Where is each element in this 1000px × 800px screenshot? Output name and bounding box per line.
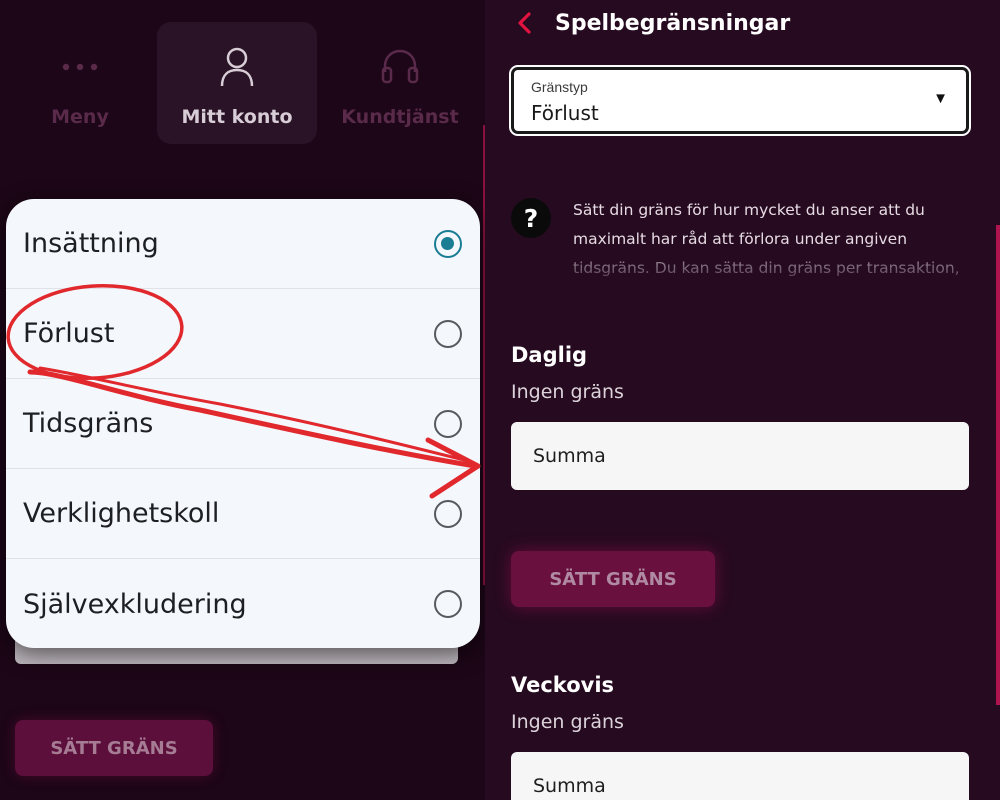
nav-label-account: Mitt konto bbox=[181, 106, 293, 128]
back-chevron-icon[interactable] bbox=[515, 9, 539, 37]
weekly-amount-input[interactable]: Summa bbox=[511, 752, 969, 800]
radio-unselected[interactable] bbox=[434, 499, 462, 528]
radio-unselected[interactable] bbox=[434, 319, 462, 348]
top-nav: Meny Mitt konto Kundtjänst bbox=[0, 0, 485, 160]
question-icon[interactable]: ? bbox=[511, 198, 551, 238]
select-caption: Gränstyp bbox=[531, 79, 588, 95]
option-self-exclusion[interactable]: Självexkludering bbox=[6, 559, 480, 648]
daily-amount-input[interactable]: Summa bbox=[511, 422, 969, 490]
radio-unselected[interactable] bbox=[434, 590, 462, 618]
option-label: Verklighetskoll bbox=[23, 498, 220, 529]
option-label: Insättning bbox=[23, 228, 159, 259]
page-title: Spelbegränsningar bbox=[555, 10, 791, 36]
option-label: Tidsgräns bbox=[23, 408, 154, 439]
daily-subtitle: Ingen gräns bbox=[511, 381, 624, 403]
weekly-title: Veckovis bbox=[511, 673, 615, 697]
option-loss[interactable]: Förlust bbox=[6, 289, 480, 379]
set-limit-button[interactable]: SÄTT GRÄNS bbox=[511, 551, 715, 607]
right-screen: Spelbegränsningar Gränstyp Förlust ▼ ? S… bbox=[485, 0, 1000, 800]
daily-title: Daglig bbox=[511, 343, 588, 367]
weekly-subtitle: Ingen gräns bbox=[511, 711, 624, 733]
nav-label-support: Kundtjänst bbox=[341, 106, 459, 128]
radio-unselected[interactable] bbox=[434, 409, 462, 438]
dots-icon bbox=[60, 46, 100, 88]
limit-type-select[interactable]: Gränstyp Förlust ▼ bbox=[509, 65, 971, 136]
nav-label-menu: Meny bbox=[51, 106, 109, 128]
radio-selected[interactable] bbox=[434, 229, 462, 258]
left-screen: Meny Mitt konto Kundtjänst SÄTT GRÄNS In… bbox=[0, 0, 485, 800]
nav-item-menu[interactable]: Meny bbox=[0, 22, 160, 144]
select-value: Förlust bbox=[531, 101, 599, 125]
caret-down-icon: ▼ bbox=[933, 90, 948, 107]
scrollbar[interactable] bbox=[996, 225, 1000, 705]
option-time-limit[interactable]: Tidsgräns bbox=[6, 379, 480, 469]
page-header: Spelbegränsningar bbox=[515, 8, 790, 38]
option-label: Självexkludering bbox=[23, 588, 247, 620]
option-label: Förlust bbox=[23, 318, 115, 349]
info-box: ? Sätt din gräns för hur mycket du anser… bbox=[511, 196, 971, 296]
limit-type-picker: Insättning Förlust Tidsgräns Verklighets… bbox=[6, 199, 480, 648]
headset-icon bbox=[380, 46, 420, 88]
info-fade bbox=[511, 242, 971, 296]
nav-item-account[interactable]: Mitt konto bbox=[157, 22, 317, 144]
user-icon bbox=[219, 46, 255, 88]
nav-item-support[interactable]: Kundtjänst bbox=[320, 22, 480, 144]
option-deposit[interactable]: Insättning bbox=[6, 199, 480, 289]
option-reality-check[interactable]: Verklighetskoll bbox=[6, 469, 480, 559]
background-set-limit-button: SÄTT GRÄNS bbox=[15, 720, 213, 776]
